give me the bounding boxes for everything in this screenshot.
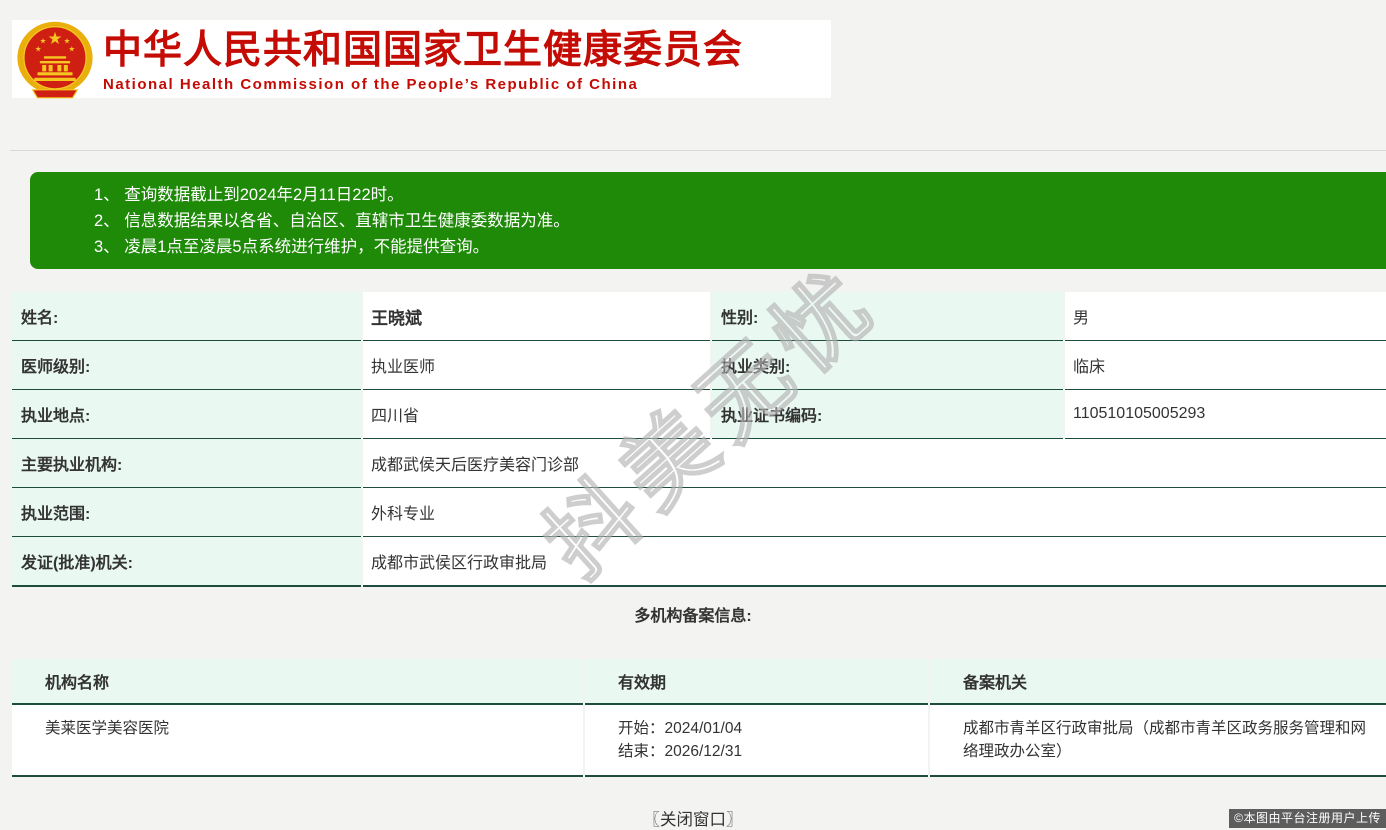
practice-scope-value: 外科专业 — [363, 488, 1386, 537]
practice-location-value: 四川省 — [363, 390, 710, 439]
table-row: 美莱医学美容医院 开始：2024/01/04 结束：2026/12/31 成都市… — [12, 705, 1386, 777]
org-name-cell: 美莱医学美容医院 — [12, 705, 583, 777]
table-row: 医师级别: 执业医师 执业类别: 临床 — [12, 341, 1386, 390]
primary-institution-value: 成都武侯天后医疗美容门诊部 — [363, 439, 1386, 488]
table-row: 执业地点: 四川省 执业证书编码: 110510105005293 — [12, 390, 1386, 439]
filing-authority-cell: 成都市青羊区行政审批局（成都市青羊区政务服务管理和网络理政办公室） — [930, 705, 1386, 777]
site-title-cn: 中华人民共和国国家卫生健康委员会 — [103, 29, 743, 73]
table-row: 执业范围: 外科专业 — [12, 488, 1386, 537]
practice-type-value: 临床 — [1065, 341, 1386, 390]
doctor-level-label: 医师级别: — [12, 341, 361, 390]
notice-line-1: 1、 查询数据截止到2024年2月11日22时。 — [94, 182, 1376, 208]
name-value: 王晓斌 — [363, 292, 710, 341]
valid-end: 结束：2026/12/31 — [618, 740, 916, 763]
national-emblem-icon — [15, 21, 95, 101]
valid-start: 开始：2024/01/04 — [618, 717, 916, 740]
name-label: 姓名: — [12, 292, 361, 341]
site-title-en: National Health Commission of the People… — [103, 76, 743, 93]
practice-location-label: 执业地点: — [12, 390, 361, 439]
gender-value: 男 — [1065, 292, 1386, 341]
col-header-valid-period: 有效期 — [585, 659, 928, 705]
doctor-info-table: 姓名: 王晓斌 性别: 男 医师级别: 执业医师 执业类别: 临床 执业地点: … — [12, 292, 1386, 587]
table-row: 发证(批准)机关: 成都市武侯区行政审批局 — [12, 537, 1386, 587]
header-divider — [10, 150, 1386, 151]
doctor-level-value: 执业医师 — [363, 341, 710, 390]
multi-org-table: 机构名称 有效期 备案机关 美莱医学美容医院 开始：2024/01/04 结束：… — [12, 659, 1386, 777]
gender-label: 性别: — [712, 292, 1063, 341]
table-row: 主要执业机构: 成都武侯天后医疗美容门诊部 — [12, 439, 1386, 488]
notice-line-3: 3、 凌晨1点至凌晨5点系统进行维护，不能提供查询。 — [94, 234, 1376, 260]
issuing-authority-label: 发证(批准)机关: — [12, 537, 361, 587]
col-header-filing-authority: 备案机关 — [930, 659, 1386, 705]
multi-org-section-title: 多机构备案信息: — [0, 602, 1386, 626]
site-header: 中华人民共和国国家卫生健康委员会 National Health Commiss… — [12, 20, 831, 98]
notice-banner: 1、 查询数据截止到2024年2月11日22时。 2、 信息数据结果以各省、自治… — [30, 172, 1386, 269]
practice-type-label: 执业类别: — [712, 341, 1063, 390]
table-header-row: 机构名称 有效期 备案机关 — [12, 659, 1386, 705]
upload-note-badge: ©本图由平台注册用户上传 — [1229, 809, 1386, 828]
valid-period-cell: 开始：2024/01/04 结束：2026/12/31 — [585, 705, 928, 777]
primary-institution-label: 主要执业机构: — [12, 439, 361, 488]
col-header-org-name: 机构名称 — [12, 659, 583, 705]
table-row: 姓名: 王晓斌 性别: 男 — [12, 292, 1386, 341]
close-window-link[interactable]: 〖关闭窗口〗 — [0, 806, 1386, 830]
issuing-authority-value: 成都市武侯区行政审批局 — [363, 537, 1386, 587]
practice-scope-label: 执业范围: — [12, 488, 361, 537]
certificate-number-value: 110510105005293 — [1065, 390, 1386, 439]
notice-line-2: 2、 信息数据结果以各省、自治区、直辖市卫生健康委数据为准。 — [94, 208, 1376, 234]
certificate-number-label: 执业证书编码: — [712, 390, 1063, 439]
